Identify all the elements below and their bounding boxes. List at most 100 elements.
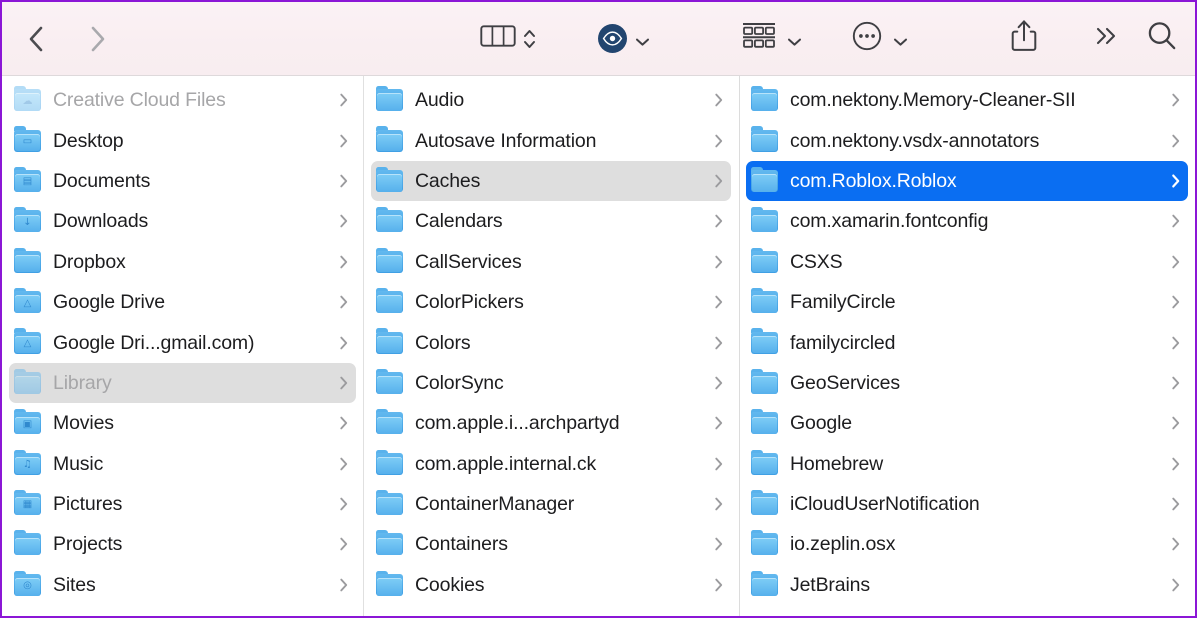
chevron-right-icon[interactable] <box>714 335 724 351</box>
chevron-right-icon[interactable] <box>1171 294 1181 310</box>
sidebar-item[interactable]: ◎Sites <box>9 565 356 605</box>
file-row[interactable]: com.xamarin.fontconfig <box>746 201 1188 241</box>
sidebar-item[interactable]: Projects <box>9 524 356 564</box>
file-row[interactable]: ColorSync <box>371 363 731 403</box>
file-row[interactable]: Homebrew <box>746 444 1188 484</box>
file-row[interactable]: iCloudUserNotification <box>746 484 1188 524</box>
chevron-right-icon[interactable] <box>339 496 349 512</box>
chevron-right-icon[interactable] <box>1171 577 1181 593</box>
chevron-right-icon[interactable] <box>714 577 724 593</box>
sidebar-item[interactable]: ▤Documents <box>9 161 356 201</box>
file-row[interactable]: com.Roblox.Roblox <box>746 161 1188 201</box>
file-row[interactable]: Caches <box>371 161 731 201</box>
chevron-right-icon[interactable] <box>339 375 349 391</box>
view-switcher[interactable] <box>480 22 536 55</box>
chevron-right-icon[interactable] <box>1171 254 1181 270</box>
share-icon[interactable] <box>1009 18 1039 59</box>
file-row[interactable]: com.apple.i...archpartyd <box>371 403 731 443</box>
chevron-right-icon[interactable] <box>1171 213 1181 229</box>
chevron-right-icon[interactable] <box>1171 496 1181 512</box>
chevron-down-icon[interactable] <box>787 34 802 44</box>
chevron-right-icon[interactable] <box>1171 133 1181 149</box>
share-button[interactable] <box>1009 18 1039 59</box>
chevron-right-icon[interactable] <box>339 173 349 189</box>
chevron-right-icon[interactable] <box>1171 92 1181 108</box>
sidebar-item[interactable]: ☁Creative Cloud Files <box>9 80 356 120</box>
group-by-control[interactable] <box>741 21 802 56</box>
forward-button[interactable] <box>84 22 110 56</box>
chevron-right-icon[interactable] <box>714 496 724 512</box>
group-grid-icon[interactable] <box>741 21 777 56</box>
chevron-right-icon[interactable] <box>714 173 724 189</box>
chevron-right-icon[interactable] <box>339 254 349 270</box>
search-icon[interactable] <box>1145 19 1179 58</box>
back-button[interactable] <box>24 22 50 56</box>
file-row[interactable]: familycircled <box>746 322 1188 362</box>
sidebar-item[interactable]: △Google Drive <box>9 282 356 322</box>
column-view-icon[interactable] <box>480 22 516 55</box>
chevron-right-icon[interactable] <box>339 133 349 149</box>
chevron-right-icon[interactable] <box>1171 456 1181 472</box>
chevron-right-icon[interactable] <box>339 456 349 472</box>
file-row[interactable]: ColorPickers <box>371 282 731 322</box>
sidebar-column[interactable]: ☁Creative Cloud Files▭Desktop▤Documents↓… <box>2 76 364 616</box>
quicklook-control[interactable] <box>598 24 650 53</box>
file-row[interactable]: CSXS <box>746 242 1188 282</box>
sidebar-item[interactable]: ♫Music <box>9 444 356 484</box>
chevron-right-icon[interactable] <box>714 536 724 552</box>
file-row[interactable]: FamilyCircle <box>746 282 1188 322</box>
chevron-right-icon[interactable] <box>714 254 724 270</box>
file-row[interactable]: com.nektony.Memory-Cleaner-SII <box>746 80 1188 120</box>
chevron-down-icon[interactable] <box>893 34 908 44</box>
chevron-right-icon[interactable] <box>1171 173 1181 189</box>
up-down-chevron-icon[interactable] <box>523 26 536 52</box>
sidebar-item[interactable]: Dropbox <box>9 242 356 282</box>
file-row[interactable]: Autosave Information <box>371 120 731 160</box>
sidebar-item[interactable]: ▦Pictures <box>9 484 356 524</box>
sidebar-item[interactable]: △Google Dri...gmail.com) <box>9 322 356 362</box>
file-row[interactable]: Containers <box>371 524 731 564</box>
chevron-right-icon[interactable] <box>714 213 724 229</box>
file-row[interactable]: Calendars <box>371 201 731 241</box>
chevron-right-icon[interactable] <box>1171 335 1181 351</box>
file-row[interactable]: CallServices <box>371 242 731 282</box>
chevron-down-icon[interactable] <box>635 34 650 44</box>
chevron-right-icon[interactable] <box>714 415 724 431</box>
chevron-right-icon[interactable] <box>339 335 349 351</box>
file-row[interactable]: com.apple.internal.ck <box>371 444 731 484</box>
file-row[interactable]: JetBrains <box>746 565 1188 605</box>
file-row[interactable]: io.zeplin.osx <box>746 524 1188 564</box>
caches-column[interactable]: com.nektony.Memory-Cleaner-SIIcom.nekton… <box>740 76 1195 616</box>
double-chevron-right-icon[interactable] <box>1092 23 1122 54</box>
chevron-right-icon[interactable] <box>714 375 724 391</box>
chevron-right-icon[interactable] <box>339 92 349 108</box>
chevron-right-icon[interactable] <box>714 456 724 472</box>
file-row[interactable]: Google <box>746 403 1188 443</box>
file-row[interactable]: com.nektony.vsdx-annotators <box>746 120 1188 160</box>
file-row[interactable]: ContainerManager <box>371 484 731 524</box>
chevron-right-icon[interactable] <box>339 577 349 593</box>
library-column[interactable]: AudioAutosave InformationCachesCalendars… <box>364 76 740 616</box>
chevron-right-icon[interactable] <box>1171 536 1181 552</box>
sidebar-item[interactable]: Library <box>9 363 356 403</box>
more-actions-control[interactable] <box>851 20 908 57</box>
chevron-right-icon[interactable] <box>339 536 349 552</box>
toolbar-overflow-button[interactable] <box>1092 23 1122 54</box>
chevron-right-icon[interactable] <box>1171 375 1181 391</box>
chevron-right-icon[interactable] <box>1171 415 1181 431</box>
chevron-right-icon[interactable] <box>339 294 349 310</box>
chevron-right-icon[interactable] <box>339 415 349 431</box>
file-row[interactable]: Colors <box>371 322 731 362</box>
chevron-right-icon[interactable] <box>714 133 724 149</box>
sidebar-item[interactable]: ↓Downloads <box>9 201 356 241</box>
search-button[interactable] <box>1145 19 1179 58</box>
chevron-right-icon[interactable] <box>339 213 349 229</box>
chevron-right-icon[interactable] <box>714 92 724 108</box>
ellipsis-circle-icon[interactable] <box>851 20 883 57</box>
sidebar-item[interactable]: ▣Movies <box>9 403 356 443</box>
eye-icon[interactable] <box>598 24 627 53</box>
file-row[interactable]: GeoServices <box>746 363 1188 403</box>
chevron-right-icon[interactable] <box>714 294 724 310</box>
file-row[interactable]: Cookies <box>371 565 731 605</box>
sidebar-item[interactable]: ▭Desktop <box>9 120 356 160</box>
